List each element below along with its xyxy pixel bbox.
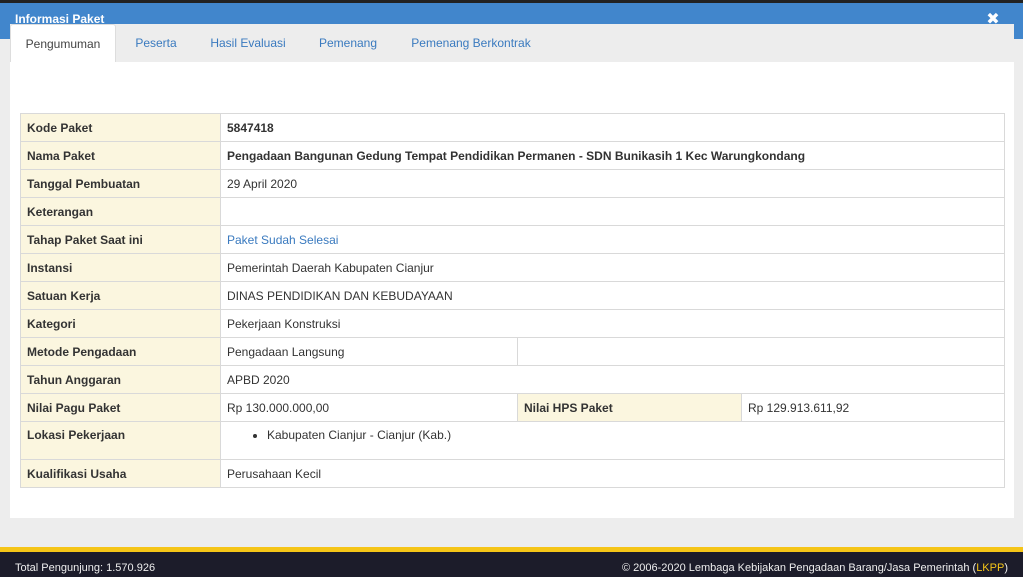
nama-paket-value: Pengadaan Bangunan Gedung Tempat Pendidi… (220, 141, 1005, 170)
keterangan-value (220, 197, 1005, 226)
table-row: Tanggal Pembuatan 29 April 2020 (20, 169, 1005, 198)
tab-peserta[interactable]: Peserta (116, 24, 196, 62)
table-row: Kategori Pekerjaan Konstruksi (20, 309, 1005, 338)
list-item: Kabupaten Cianjur - Cianjur (Kab.) (267, 428, 998, 442)
nilai-hps-value: Rp 129.913.611,92 (741, 393, 1005, 422)
tab-pemenang[interactable]: Pemenang (300, 24, 396, 62)
table-row: Instansi Pemerintah Daerah Kabupaten Cia… (20, 253, 1005, 282)
nama-paket-label: Nama Paket (20, 141, 221, 170)
nilai-pagu-value: Rp 130.000.000,00 (220, 393, 518, 422)
metode-pengadaan-label: Metode Pengadaan (20, 337, 221, 366)
kategori-value: Pekerjaan Konstruksi (220, 309, 1005, 338)
kualifikasi-usaha-label: Kualifikasi Usaha (20, 459, 221, 488)
copyright: © 2006-2020 Lembaga Kebijakan Pengadaan … (622, 562, 1008, 574)
table-row: Nilai Pagu Paket Rp 130.000.000,00 Nilai… (20, 393, 1005, 422)
tab-hasil-evaluasi[interactable]: Hasil Evaluasi (196, 24, 300, 62)
metode-pengadaan-empty (517, 337, 1005, 366)
table-row: Tahun Anggaran APBD 2020 (20, 365, 1005, 394)
table-row: Tahap Paket Saat ini Paket Sudah Selesai (20, 225, 1005, 254)
table-row: Metode Pengadaan Pengadaan Langsung (20, 337, 1005, 366)
kualifikasi-usaha-value: Perusahaan Kecil (220, 459, 1005, 488)
footer: Total Pengunjung: 1.570.926 © 2006-2020 … (0, 552, 1023, 577)
table-row: Nama Paket Pengadaan Bangunan Gedung Tem… (20, 141, 1005, 170)
nilai-pagu-label: Nilai Pagu Paket (20, 393, 221, 422)
tahap-paket-link[interactable]: Paket Sudah Selesai (220, 225, 1005, 254)
visitor-count: Total Pengunjung: 1.570.926 (15, 562, 156, 574)
instansi-label: Instansi (20, 253, 221, 282)
lokasi-pekerjaan-label: Lokasi Pekerjaan (20, 421, 221, 460)
nilai-hps-label: Nilai HPS Paket (517, 393, 742, 422)
kode-paket-value: 5847418 (220, 113, 1005, 142)
tab-pengumuman[interactable]: Pengumuman (10, 24, 116, 62)
table-row: Keterangan (20, 197, 1005, 226)
table-row: Kode Paket 5847418 (20, 113, 1005, 142)
tab-pemenang-berkontrak[interactable]: Pemenang Berkontrak (396, 24, 546, 62)
lkpp-link[interactable]: LKPP (976, 562, 1004, 574)
copyright-text: © 2006-2020 Lembaga Kebijakan Pengadaan … (621, 562, 977, 574)
copyright-end: ) (1004, 562, 1008, 574)
keterangan-label: Keterangan (20, 197, 221, 226)
table-row: Lokasi Pekerjaan Kabupaten Cianjur - Cia… (20, 421, 1005, 460)
tanggal-pembuatan-value: 29 April 2020 (220, 169, 1005, 198)
tanggal-pembuatan-label: Tanggal Pembuatan (20, 169, 221, 198)
tahun-anggaran-label: Tahun Anggaran (20, 365, 221, 394)
lokasi-pekerjaan-value: Kabupaten Cianjur - Cianjur (Kab.) (220, 421, 1005, 460)
tahun-anggaran-value: APBD 2020 (220, 365, 1005, 394)
tahap-paket-label: Tahap Paket Saat ini (20, 225, 221, 254)
table-row: Kualifikasi Usaha Perusahaan Kecil (20, 459, 1005, 488)
satuan-kerja-value: DINAS PENDIDIKAN DAN KEBUDAYAAN (220, 281, 1005, 310)
tab-bar: Pengumuman Peserta Hasil Evaluasi Pemena… (10, 24, 1014, 62)
lokasi-list: Kabupaten Cianjur - Cianjur (Kab.) (267, 428, 998, 442)
kategori-label: Kategori (20, 309, 221, 338)
metode-pengadaan-value: Pengadaan Langsung (220, 337, 518, 366)
satuan-kerja-label: Satuan Kerja (20, 281, 221, 310)
kode-paket-label: Kode Paket (20, 113, 221, 142)
package-info-table: Kode Paket 5847418 Nama Paket Pengadaan … (20, 113, 1005, 488)
table-row: Satuan Kerja DINAS PENDIDIKAN DAN KEBUDA… (20, 281, 1005, 310)
instansi-value: Pemerintah Daerah Kabupaten Cianjur (220, 253, 1005, 282)
